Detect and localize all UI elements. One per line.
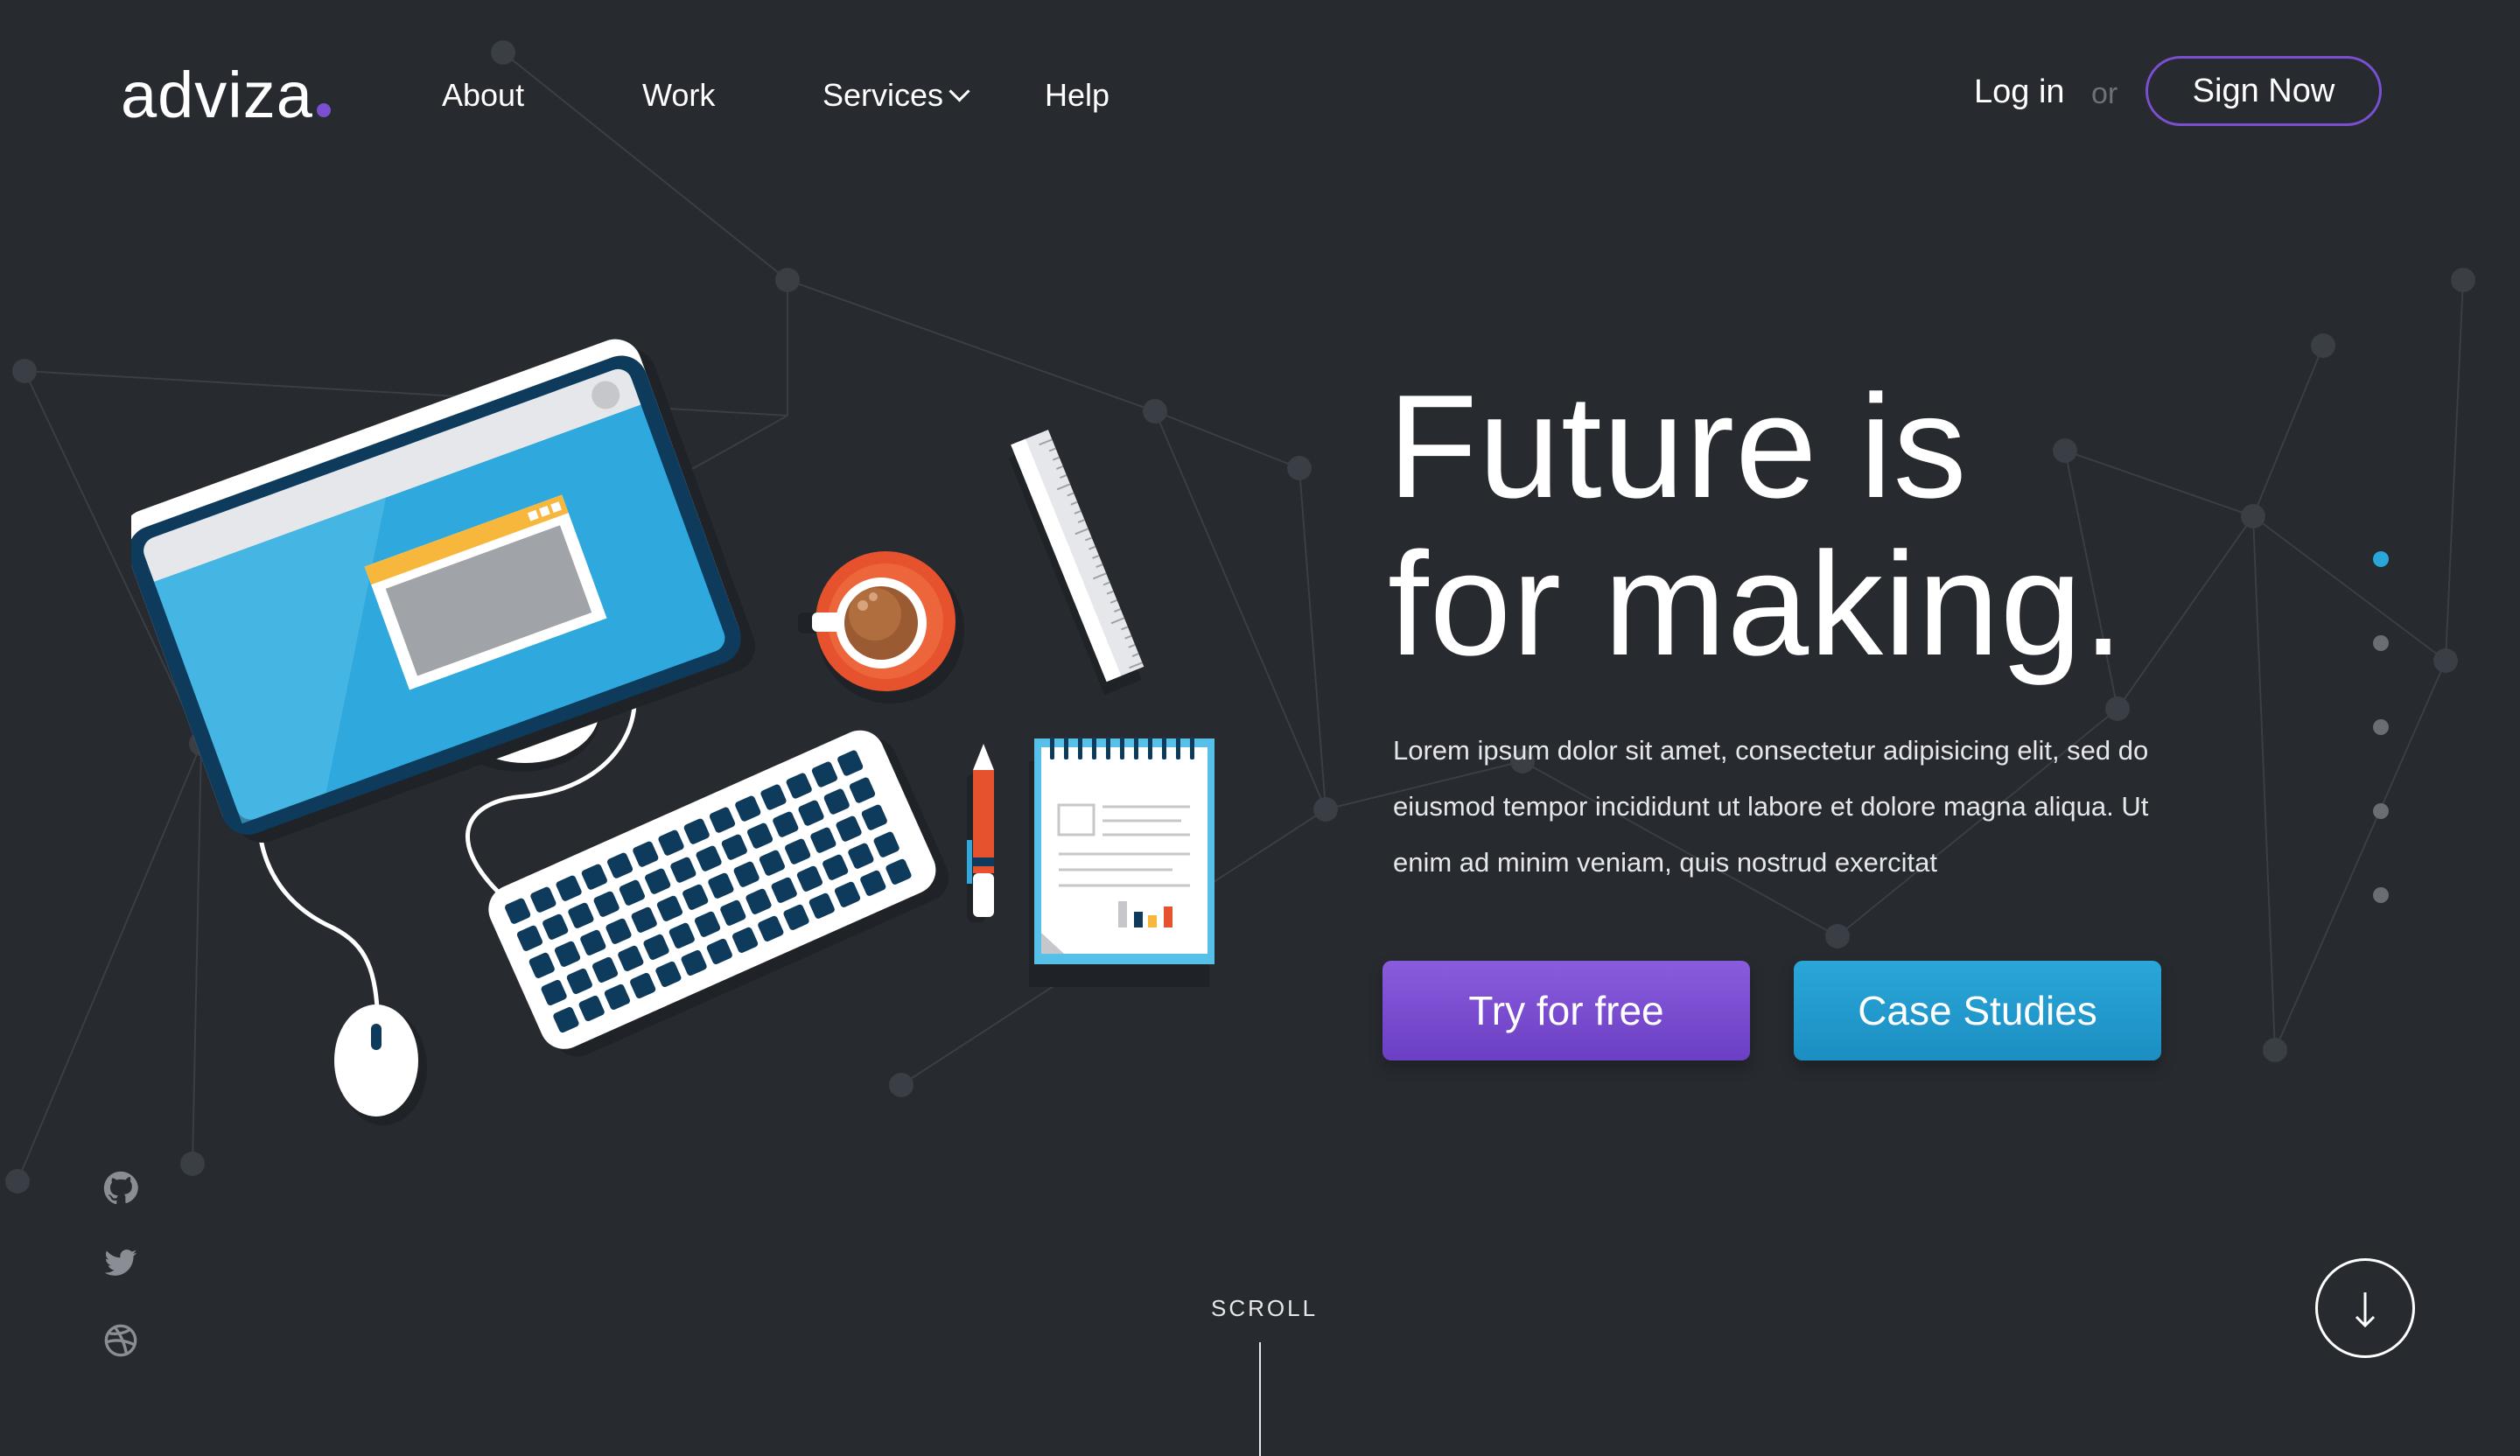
brand-logo[interactable]: adviza [121, 58, 331, 132]
dribbble-icon[interactable] [103, 1323, 138, 1358]
keyboard [488, 730, 949, 1057]
nav-item-services[interactable]: Services [822, 77, 970, 114]
twitter-icon[interactable] [103, 1246, 138, 1281]
brand-name: adviza [121, 59, 313, 131]
monitor [131, 339, 755, 843]
brand-dot [316, 103, 331, 117]
pagination-dot-3[interactable] [2373, 719, 2389, 735]
notepad-spiral-ring [1050, 737, 1054, 760]
try-for-free-button[interactable]: Try for free [1382, 961, 1750, 1060]
workspace-illustration [131, 339, 1214, 1125]
case-studies-label: Case Studies [1858, 988, 2097, 1033]
hero-title: Future is for making. [1388, 368, 2124, 682]
landing-page: adviza About Work Services Help Log in o… [0, 0, 2520, 1456]
notepad-spiral-ring [1148, 737, 1152, 760]
scroll-label: SCROLL [1211, 1295, 1319, 1321]
scroll-line [1259, 1342, 1261, 1456]
notepad-spiral-ring [1064, 737, 1068, 760]
pagination-dot-5[interactable] [2373, 887, 2389, 903]
notepad-spiral-ring [1190, 737, 1194, 760]
or-separator: or [2091, 77, 2118, 110]
pen [967, 744, 994, 922]
chevron-down-icon [948, 80, 970, 102]
notepad-spiral-ring [1162, 737, 1166, 760]
hero-title-line-2: for making. [1388, 522, 2124, 686]
notepad-spiral-ring [1134, 737, 1138, 760]
pagination-dot-4[interactable] [2373, 803, 2389, 819]
ruler [1008, 430, 1144, 696]
notepad-spiral-ring [1106, 737, 1110, 760]
coffee-cup [798, 551, 964, 704]
nav-item-services-label: Services [822, 77, 944, 113]
case-studies-button[interactable]: Case Studies [1794, 961, 2161, 1060]
try-for-free-label: Try for free [1468, 988, 1664, 1033]
notepad-spiral-ring [1078, 737, 1082, 760]
pagination-dot-1[interactable] [2373, 551, 2389, 567]
nav-item-about[interactable]: About [442, 77, 524, 114]
mouse [334, 1004, 427, 1125]
sign-now-button[interactable]: Sign Now [2146, 56, 2382, 126]
github-icon[interactable] [103, 1171, 138, 1206]
sign-now-label: Sign Now [2192, 72, 2335, 109]
notepad [1029, 737, 1214, 987]
hero-description: Lorem ipsum dolor sit amet, consectetur … [1393, 735, 2149, 878]
pagination-dot-2[interactable] [2373, 635, 2389, 651]
nav-item-help[interactable]: Help [1045, 77, 1110, 114]
hero-title-line-1: Future is [1388, 364, 1968, 528]
notepad-spiral-ring [1092, 737, 1096, 760]
scroll-down-button[interactable] [2315, 1258, 2415, 1358]
nav-item-work[interactable]: Work [642, 77, 715, 114]
notepad-spiral-ring [1176, 737, 1180, 760]
arrow-down-icon [2355, 1292, 2376, 1328]
login-link[interactable]: Log in [1974, 74, 2065, 111]
notepad-spiral-ring [1120, 737, 1124, 760]
